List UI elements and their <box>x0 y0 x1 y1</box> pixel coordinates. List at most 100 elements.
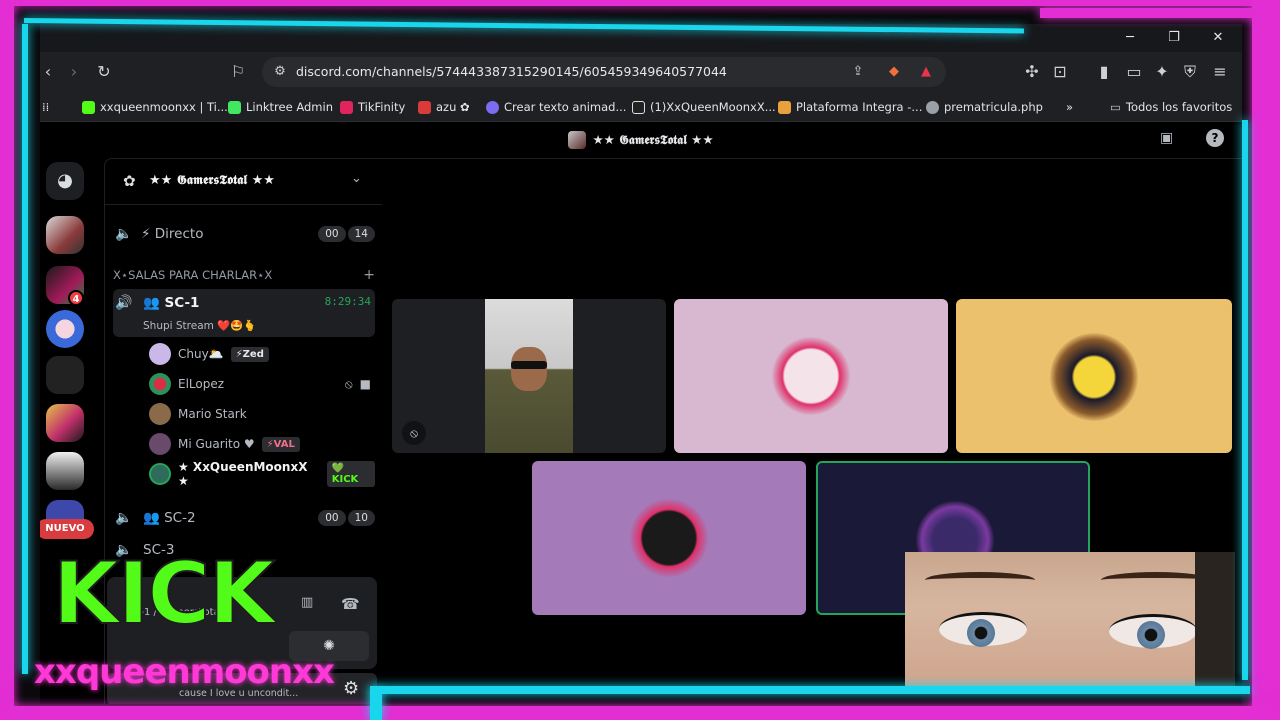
bookmarks-bar: ⁞⁞ xxqueenmoonxx | Ti... Linktree Admin … <box>40 92 1242 122</box>
avatar <box>149 373 171 395</box>
brave-rewards-icon[interactable]: ▲ <box>916 62 936 82</box>
category-header[interactable]: X⋆SALAS PARA CHARLAR⋆X + <box>113 265 375 285</box>
server-gamerstotal-icon[interactable] <box>46 216 84 254</box>
neon-frame-left <box>0 0 14 720</box>
chevron-down-icon[interactable]: ⌄ <box>351 171 362 186</box>
site-settings-icon[interactable]: ⚙ <box>270 62 290 82</box>
kick-logo: KICK <box>52 544 276 644</box>
speaker-active-icon: 🔊 <box>115 295 133 311</box>
hair-shape <box>1195 552 1235 686</box>
video-tile-camera[interactable]: ⦸ <box>392 299 666 453</box>
leo-ai-icon[interactable]: ✦ <box>1150 60 1174 84</box>
voice-user[interactable]: Chuy🌥️ ⚡Zed <box>149 343 375 365</box>
neon-frame-right-inner <box>1242 120 1248 680</box>
url-text[interactable]: discord.com/channels/574443387315290145/… <box>296 57 727 87</box>
forward-icon[interactable]: › <box>62 60 86 84</box>
menu-icon[interactable]: ≡ <box>1208 60 1232 84</box>
channel-label: 👥 SC-1 <box>143 295 200 311</box>
bookmark-item[interactable]: (1)XxQueenMoonxX... <box>632 97 776 117</box>
close-icon[interactable]: ✕ <box>1204 28 1232 48</box>
bookmark-item[interactable]: Linktree Admin <box>228 97 333 117</box>
server-icon[interactable] <box>46 404 84 442</box>
extensions-icon[interactable]: ✣ <box>1020 60 1044 84</box>
session-timer: 8:29:34 <box>324 295 371 308</box>
voice-user[interactable]: ★ XxQueenMoonxX ★ 💚KICK <box>149 460 375 488</box>
screen: ─ ❐ ✕ ‹ › ↻ ⚐ ⚙ discord.com/channels/574… <box>0 0 1280 720</box>
discord-home-icon[interactable]: ◕ <box>46 162 84 200</box>
help-icon[interactable]: ? <box>1206 129 1224 147</box>
bookmark-item[interactable]: Crear texto animad... <box>486 97 626 117</box>
neon-frame-left-inner <box>22 24 28 674</box>
navigation-bar: ‹ › ↻ ⚐ ⚙ discord.com/channels/574443387… <box>40 52 1242 92</box>
avatar <box>149 343 171 365</box>
user-tag: ⚡Zed <box>230 346 269 362</box>
channel-directo[interactable]: 🔈 ⚡ Directo 00 14 <box>113 221 375 247</box>
folder-icon: ▭ <box>1110 100 1121 114</box>
reload-icon[interactable]: ↻ <box>92 60 116 84</box>
apps-icon[interactable]: ⁞⁞ <box>42 97 49 117</box>
sidebar-icon[interactable]: ▮ <box>1092 60 1116 84</box>
bookmark-item[interactable]: Plataforma Integra -... <box>778 97 922 117</box>
iris-shape <box>967 619 995 647</box>
wallet-icon[interactable]: ▭ <box>1122 60 1146 84</box>
video-tile-avatar[interactable] <box>956 299 1232 453</box>
community-icon: ✿ <box>123 172 136 190</box>
back-icon[interactable]: ‹ <box>40 60 60 84</box>
bookmark-item[interactable]: xxqueenmoonxx | Ti... <box>82 97 228 117</box>
eye-shape <box>1109 614 1197 649</box>
bookmark-icon[interactable]: ⚐ <box>226 60 250 84</box>
channel-label: 👥 SC-2 <box>143 510 196 526</box>
vpn-icon[interactable]: ⛨ <box>1178 60 1202 84</box>
azu-favicon-icon <box>418 100 431 114</box>
star-favicon-icon <box>486 100 499 114</box>
channel-sc1[interactable]: 🔊 👥 SC-1 8:29:34 Shupi Stream ❤️🤩🫰 <box>113 289 375 337</box>
brave-shield-icon[interactable]: ◆ <box>884 62 904 82</box>
server-icon[interactable] <box>46 452 84 490</box>
neon-frame-bottom-outer <box>0 706 1280 720</box>
disconnect-icon[interactable]: ☎ <box>341 595 360 613</box>
user-tag: ⚡VAL <box>261 436 300 452</box>
minimize-icon[interactable]: ─ <box>1116 28 1144 48</box>
server-icon[interactable] <box>46 310 84 348</box>
server-icon[interactable] <box>46 356 84 394</box>
tiktok-favicon-icon <box>632 100 645 114</box>
bookmark-item[interactable]: TikFinity <box>340 97 405 117</box>
discord-titlebar: ★★ 𝕲𝖆𝖒𝖊𝖗𝖘𝕿𝖔𝖙𝖆𝖑 ★★ ▣ ? <box>40 122 1242 158</box>
bookmark-item[interactable]: azu ✿ <box>418 97 470 117</box>
bookmark-item[interactable]: prematricula.php <box>926 97 1043 117</box>
inbox-icon[interactable]: ▣ <box>1160 130 1173 146</box>
avatar <box>149 463 171 485</box>
add-channel-icon[interactable]: + <box>363 267 375 283</box>
channel-status: Shupi Stream ❤️🤩🫰 <box>143 320 257 332</box>
server-icon <box>568 131 587 149</box>
streamer-webcam <box>905 552 1235 686</box>
neon-frame-top-right <box>1040 8 1280 18</box>
face-shape <box>511 347 547 391</box>
noise-suppression-icon[interactable]: ▥ <box>301 595 313 610</box>
linktree-favicon-icon <box>228 100 241 114</box>
camera-feed <box>485 299 573 453</box>
avatar <box>149 433 171 455</box>
voice-user[interactable]: Mi Guarito ♥ ⚡VAL <box>149 433 375 455</box>
tab-search-icon[interactable]: ⊡ <box>1048 60 1072 84</box>
user-count: 00 <box>318 226 346 242</box>
voice-user[interactable]: ElLopez ⦸ ■ <box>149 373 375 395</box>
category-label: X⋆SALAS PARA CHARLAR⋆X <box>113 268 273 282</box>
share-icon[interactable]: ⇪ <box>848 62 868 82</box>
address-bar[interactable]: ⚙ discord.com/channels/57444338731529014… <box>262 57 946 87</box>
channel-sc2[interactable]: 🔈 👥 SC-2 00 10 <box>113 505 375 531</box>
settings-gear-icon[interactable]: ⚙ <box>343 678 359 699</box>
all-bookmarks-button[interactable]: ▭ Todos los favoritos <box>1110 97 1232 117</box>
speaker-icon: 🔈 <box>115 510 133 526</box>
video-tile-avatar[interactable] <box>674 299 948 453</box>
more-bookmarks-button[interactable]: » <box>1066 97 1073 117</box>
channel-label: ⚡ Directo <box>141 226 204 242</box>
voice-user[interactable]: Mario Stark <box>149 403 375 425</box>
eye-shape <box>939 612 1027 647</box>
server-header[interactable]: ✿ ★★ 𝕲𝖆𝖒𝖊𝖗𝖘𝕿𝖔𝖙𝖆𝖑 ★★ ⌄ <box>105 159 382 205</box>
neon-frame-right <box>1252 0 1280 720</box>
restore-icon[interactable]: ❐ <box>1160 28 1188 48</box>
user-count: 00 <box>318 510 346 526</box>
neon-frame-top <box>0 0 1280 6</box>
video-tile-avatar[interactable] <box>532 461 806 615</box>
